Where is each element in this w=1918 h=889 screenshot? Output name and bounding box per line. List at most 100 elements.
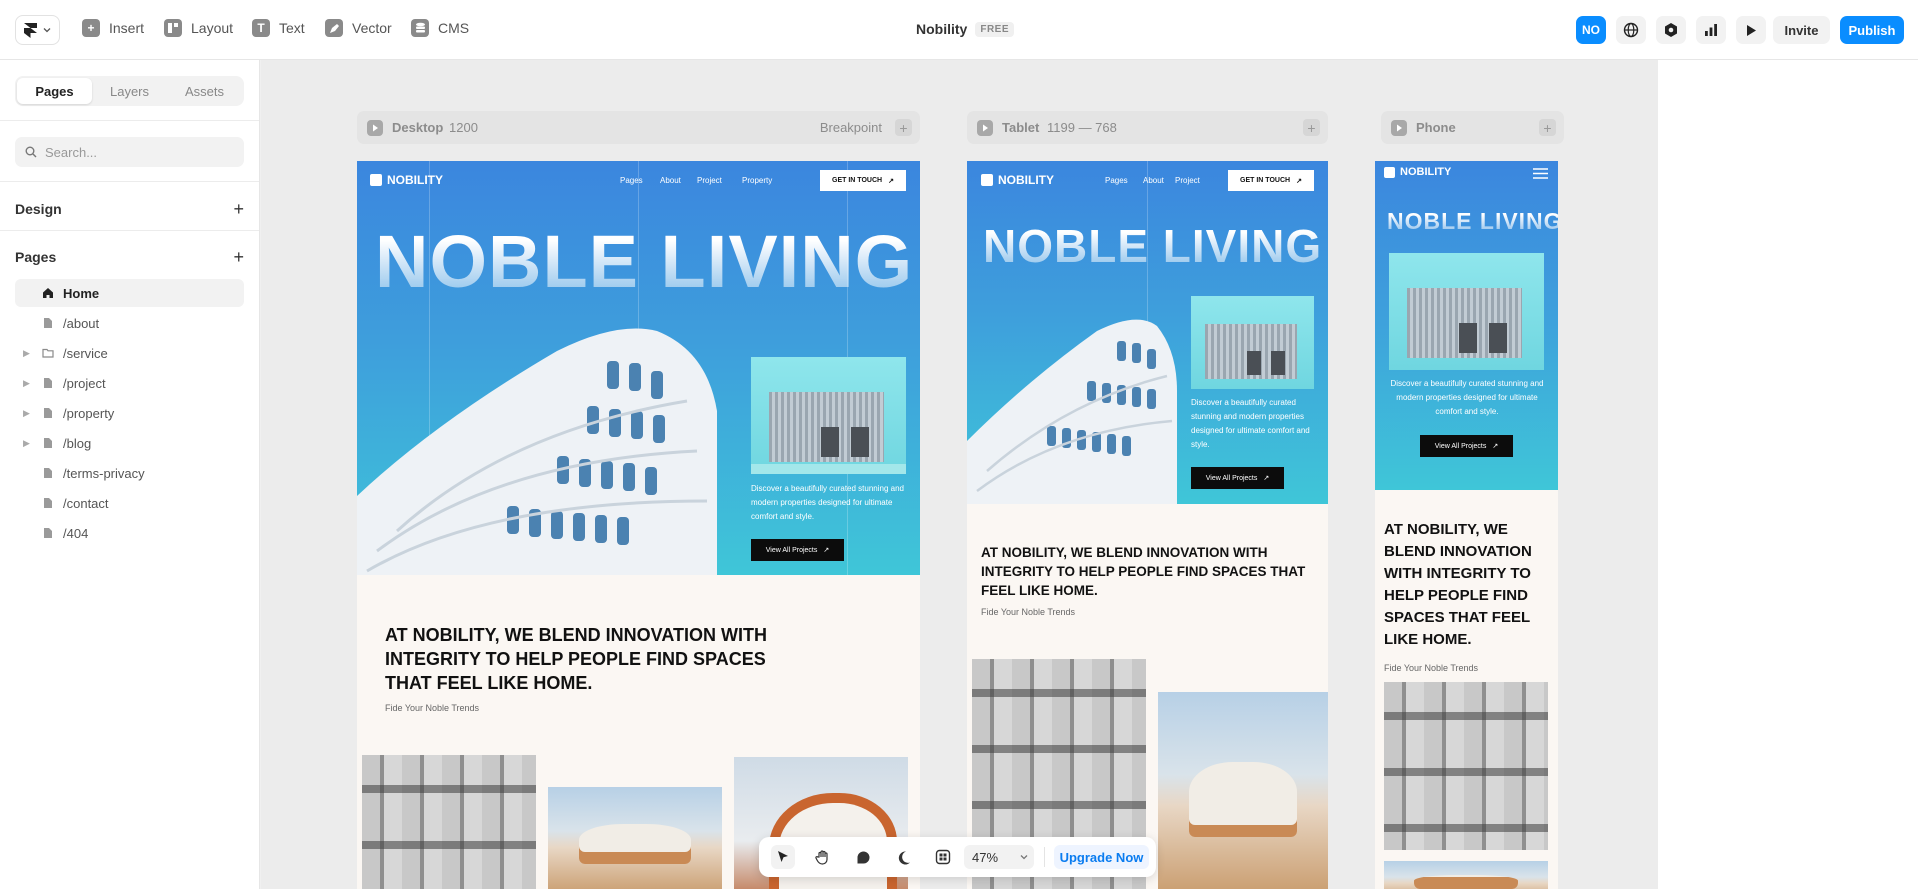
- components-tool[interactable]: [931, 845, 955, 869]
- comment-tool[interactable]: [851, 845, 875, 869]
- hero-description: Discover a beautifully curated stunning …: [751, 484, 904, 521]
- divider: [0, 120, 259, 121]
- nav-pages[interactable]: Pages: [1105, 176, 1143, 185]
- desktop-frame[interactable]: NOBILITY Pages About Project Property GE…: [357, 161, 920, 889]
- get-in-touch-button[interactable]: GET IN TOUCH ↗: [820, 170, 906, 191]
- add-breakpoint-icon[interactable]: +: [895, 119, 912, 136]
- home-icon: [43, 288, 53, 298]
- page-item-about[interactable]: /about: [15, 309, 244, 337]
- dark-mode-toggle[interactable]: [891, 845, 915, 869]
- page-item-project[interactable]: ▶ /project: [15, 369, 244, 397]
- page-item-blog[interactable]: ▶ /blog: [15, 429, 244, 457]
- page-item-service[interactable]: ▶ /service: [15, 339, 244, 367]
- gallery-image-desert: [548, 787, 722, 889]
- phone-frame[interactable]: NOBILITY NOBLE LIVING Discover a beautif…: [1375, 161, 1558, 889]
- intro-subheading: Fide Your Noble Trends: [385, 703, 480, 713]
- zoom-dropdown[interactable]: 47%: [964, 845, 1034, 869]
- chevron-right-icon[interactable]: ▶: [23, 348, 30, 359]
- page-item-label: /property: [63, 405, 115, 421]
- page-item-property[interactable]: ▶ /property: [15, 399, 244, 427]
- analytics-button[interactable]: [1696, 16, 1726, 44]
- site-logo[interactable]: NOBILITY: [1384, 166, 1451, 178]
- user-avatar[interactable]: NO: [1576, 16, 1606, 44]
- tab-layers[interactable]: Layers: [92, 78, 167, 104]
- brand-name: NOBILITY: [1400, 166, 1452, 178]
- project-title[interactable]: Nobility FREE: [916, 21, 1015, 37]
- breakpoint-name: Tablet: [1002, 120, 1040, 135]
- hero-button-label: View All Projects: [1205, 474, 1258, 482]
- add-breakpoint-icon[interactable]: +: [1303, 119, 1320, 136]
- hero-description: Discover a beautifully curated stunning …: [1390, 379, 1544, 416]
- hero-inset-image: [751, 357, 906, 474]
- nav-project[interactable]: Project: [1175, 176, 1215, 185]
- view-all-projects-button[interactable]: View All Projects ↗: [1191, 467, 1284, 489]
- text-button[interactable]: T Text: [252, 19, 305, 37]
- cms-button[interactable]: CMS: [411, 19, 469, 37]
- top-toolbar: + Insert Layout T Text Vector CMS Nobili…: [0, 0, 1918, 60]
- publish-button[interactable]: Publish: [1840, 16, 1904, 44]
- preview-button[interactable]: [1736, 16, 1766, 44]
- hamburger-menu-icon[interactable]: [1533, 168, 1548, 179]
- get-in-touch-button[interactable]: GET IN TOUCH ↗: [1228, 170, 1314, 191]
- search-box[interactable]: [15, 137, 244, 167]
- page-item-404[interactable]: /404: [15, 519, 244, 547]
- settings-button[interactable]: [1656, 16, 1686, 44]
- divider: [0, 230, 259, 231]
- chevron-right-icon[interactable]: ▶: [23, 438, 30, 449]
- invite-button[interactable]: Invite: [1773, 16, 1830, 44]
- framer-menu-button[interactable]: [15, 15, 60, 45]
- view-all-projects-button[interactable]: View All Projects ↗: [1420, 435, 1513, 457]
- play-icon[interactable]: [977, 120, 993, 136]
- vector-button[interactable]: Vector: [325, 19, 392, 37]
- tablet-frame[interactable]: NOBILITY Pages About Project GET IN TOUC…: [967, 161, 1328, 889]
- chevron-down-icon: [43, 28, 51, 33]
- search-icon: [25, 146, 37, 158]
- tab-assets[interactable]: Assets: [167, 78, 242, 104]
- tablet-breakpoint-header[interactable]: Tablet 1199 — 768 +: [967, 111, 1328, 144]
- desktop-breakpoint-header[interactable]: Desktop 1200 Breakpoint +: [357, 111, 920, 144]
- design-canvas[interactable]: Desktop 1200 Breakpoint + Tablet 1199 — …: [261, 60, 1658, 889]
- text-label: Text: [279, 20, 305, 36]
- site-logo[interactable]: NOBILITY: [981, 173, 1054, 187]
- insert-button[interactable]: + Insert: [82, 19, 144, 37]
- select-tool[interactable]: [771, 845, 795, 869]
- pen-icon: [325, 19, 343, 37]
- view-all-projects-button[interactable]: View All Projects ↗: [751, 539, 844, 561]
- intro-heading: AT NOBILITY, WE BLEND INNOVATION WITH IN…: [385, 625, 767, 693]
- hero-description: Discover a beautifully curated stunning …: [1191, 398, 1310, 449]
- database-icon: [411, 19, 429, 37]
- file-icon: [44, 468, 52, 478]
- nav-pages[interactable]: Pages: [620, 176, 660, 185]
- chevron-down-icon: [1020, 855, 1028, 860]
- page-item-terms-privacy[interactable]: /terms-privacy: [15, 459, 244, 487]
- add-page-icon[interactable]: +: [233, 248, 244, 266]
- tab-pages[interactable]: Pages: [17, 78, 92, 104]
- nav-about[interactable]: About: [1143, 176, 1175, 185]
- chevron-right-icon[interactable]: ▶: [23, 378, 30, 389]
- upgrade-now-button[interactable]: Upgrade Now: [1054, 845, 1149, 869]
- page-item-label: /service: [63, 345, 108, 361]
- phone-breakpoint-header[interactable]: Phone +: [1381, 111, 1564, 144]
- add-breakpoint-label[interactable]: Breakpoint: [820, 120, 882, 135]
- chevron-right-icon[interactable]: ▶: [23, 408, 30, 419]
- page-item-contact[interactable]: /contact: [15, 489, 244, 517]
- nav-project[interactable]: Project: [697, 176, 742, 185]
- brand-logo-icon: [981, 174, 993, 186]
- add-design-icon[interactable]: +: [233, 200, 244, 218]
- nav-property[interactable]: Property: [742, 176, 787, 185]
- globe-button[interactable]: [1616, 16, 1646, 44]
- arrow-up-right-icon: ↗: [823, 547, 830, 554]
- hand-tool[interactable]: [811, 845, 835, 869]
- add-breakpoint-icon[interactable]: +: [1539, 119, 1556, 136]
- canvas-outside-area: [1658, 60, 1918, 889]
- gallery-image-concrete: [362, 755, 536, 889]
- site-logo[interactable]: NOBILITY: [370, 173, 443, 187]
- play-icon[interactable]: [1391, 120, 1407, 136]
- components-icon: [935, 849, 951, 865]
- search-input[interactable]: [45, 144, 225, 160]
- play-icon[interactable]: [367, 120, 383, 136]
- layout-label: Layout: [191, 20, 234, 36]
- layout-button[interactable]: Layout: [164, 19, 233, 37]
- nav-about[interactable]: About: [660, 176, 697, 185]
- page-item-home[interactable]: Home: [15, 279, 244, 307]
